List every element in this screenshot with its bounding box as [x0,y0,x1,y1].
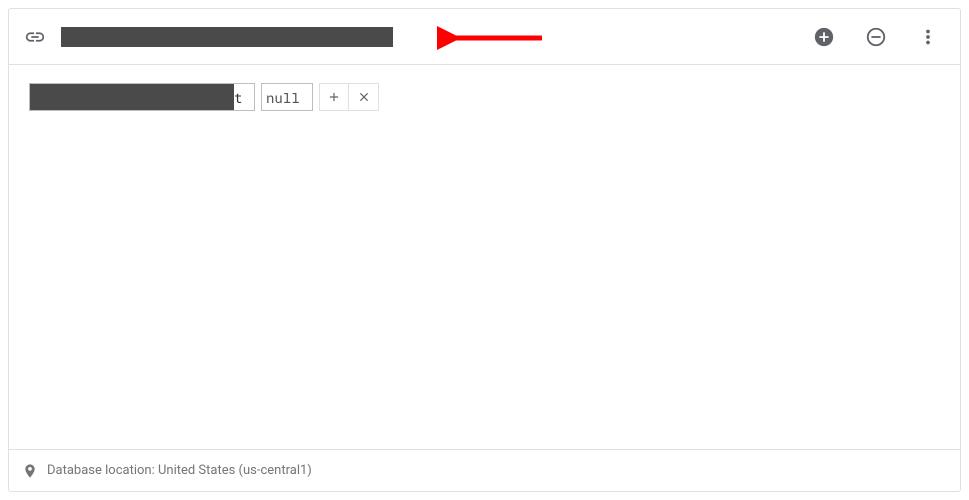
location-icon [21,462,39,480]
link-icon [23,25,47,49]
database-url[interactable] [61,27,393,47]
panel-footer: Database location: United States (us-cen… [9,449,960,491]
close-icon [357,90,371,104]
database-panel: t Database location: United States (us-c… [8,8,961,492]
panel-body: t [9,65,960,449]
more-menu-button[interactable] [908,17,948,57]
minus-circle-icon [865,26,887,48]
plus-circle-icon [813,26,835,48]
location-text: Database location: United States (us-cen… [47,463,312,478]
key-tail-char: t [234,88,242,107]
panel-header [9,9,960,65]
more-vert-icon [917,26,939,48]
cancel-button[interactable] [349,83,379,111]
add-button[interactable] [804,17,844,57]
plus-icon [327,90,341,104]
add-child-button[interactable] [319,83,349,111]
key-input[interactable]: t [29,83,255,111]
value-input[interactable] [261,83,313,111]
node-editor-row: t [29,83,940,111]
remove-button[interactable] [856,17,896,57]
